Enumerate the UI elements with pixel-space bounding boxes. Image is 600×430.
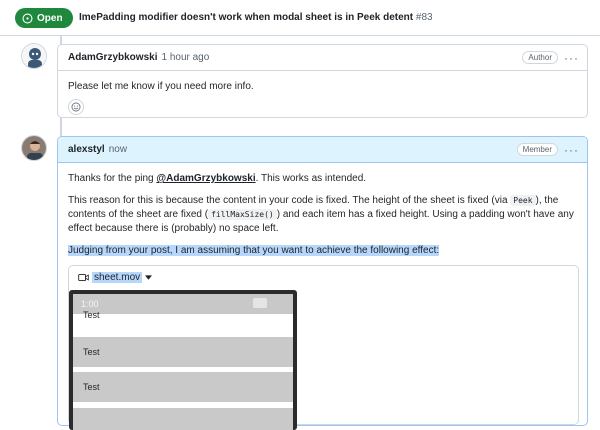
open-state-badge: Open xyxy=(15,8,73,28)
user-mention-link[interactable]: @AdamGrzybkowski xyxy=(156,173,255,184)
issue-number[interactable]: #83 xyxy=(416,12,433,23)
chevron-down-icon[interactable] xyxy=(145,275,153,280)
comment-header: AdamGrzybkowski 1 hour ago Author ··· xyxy=(58,45,587,71)
comment-adamgrzybkowski: AdamGrzybkowski 1 hour ago Author ··· Pl… xyxy=(57,44,588,118)
list-item: Test xyxy=(73,337,293,367)
comment-author[interactable]: alexstyl xyxy=(68,144,105,155)
comment-time[interactable]: now xyxy=(109,144,127,155)
comment-paragraph: Judging from your post, I am assuming th… xyxy=(68,244,577,258)
comment-time[interactable]: 1 hour ago xyxy=(161,52,209,63)
more-options-icon[interactable]: ··· xyxy=(564,143,579,157)
comment-paragraph: Thanks for the ping @AdamGrzybkowski. Th… xyxy=(68,172,577,186)
issue-header: Open ImePadding modifier doesn't work wh… xyxy=(0,0,600,36)
video-frame: 1:00 Test Test Test xyxy=(73,294,293,430)
add-reaction-button[interactable] xyxy=(68,99,84,115)
comment-author[interactable]: AdamGrzybkowski xyxy=(68,52,157,63)
text-run: . This works as intended. xyxy=(255,173,367,184)
comment-text: Please let me know if you need more info… xyxy=(68,81,254,92)
comment-body: Please let me know if you need more info… xyxy=(58,71,587,102)
comment-body: Thanks for the ping @AdamGrzybkowski. Th… xyxy=(58,163,587,275)
list-item: Test xyxy=(73,372,293,402)
text-run: Thanks for the ping xyxy=(68,173,157,184)
list-item-label: Test xyxy=(83,347,100,357)
inline-code: Peek xyxy=(510,195,536,206)
comment-paragraph: This reason for this is because the cont… xyxy=(68,194,577,236)
issue-title-text: ImePadding modifier doesn't work when mo… xyxy=(79,12,414,23)
attachment-filename[interactable]: sheet.mov xyxy=(92,272,143,283)
avatar-alexstyl[interactable] xyxy=(21,135,47,161)
selected-text: Judging from your post, I am assuming th… xyxy=(68,245,440,256)
video-camera-icon xyxy=(78,273,89,282)
list-item: Test xyxy=(73,300,293,330)
avatar-adamgrzybkowski[interactable] xyxy=(21,43,47,69)
list-item-label: Test xyxy=(83,382,100,392)
list-item-label: Test xyxy=(83,310,100,320)
list-item xyxy=(73,408,293,430)
video-player[interactable]: 1:00 Test Test Test xyxy=(69,290,297,430)
member-role-badge: Member xyxy=(516,143,558,156)
issue-open-icon xyxy=(22,12,33,24)
comment-header: alexstyl now Member ··· xyxy=(58,137,587,163)
inline-code: fillMaxSize() xyxy=(208,209,277,220)
comment-alexstyl: alexstyl now Member ··· Thanks for the p… xyxy=(57,136,588,430)
author-role-badge: Author xyxy=(522,51,558,64)
open-state-label: Open xyxy=(37,12,63,24)
more-options-icon[interactable]: ··· xyxy=(564,51,579,65)
issue-title: ImePadding modifier doesn't work when mo… xyxy=(79,12,433,23)
video-attachment: sheet.mov 1:00 Test Test Test xyxy=(68,265,579,430)
smiley-icon xyxy=(71,102,81,112)
text-run: This reason for this is because the cont… xyxy=(68,195,511,206)
video-summary-toggle[interactable]: sheet.mov xyxy=(78,272,153,283)
